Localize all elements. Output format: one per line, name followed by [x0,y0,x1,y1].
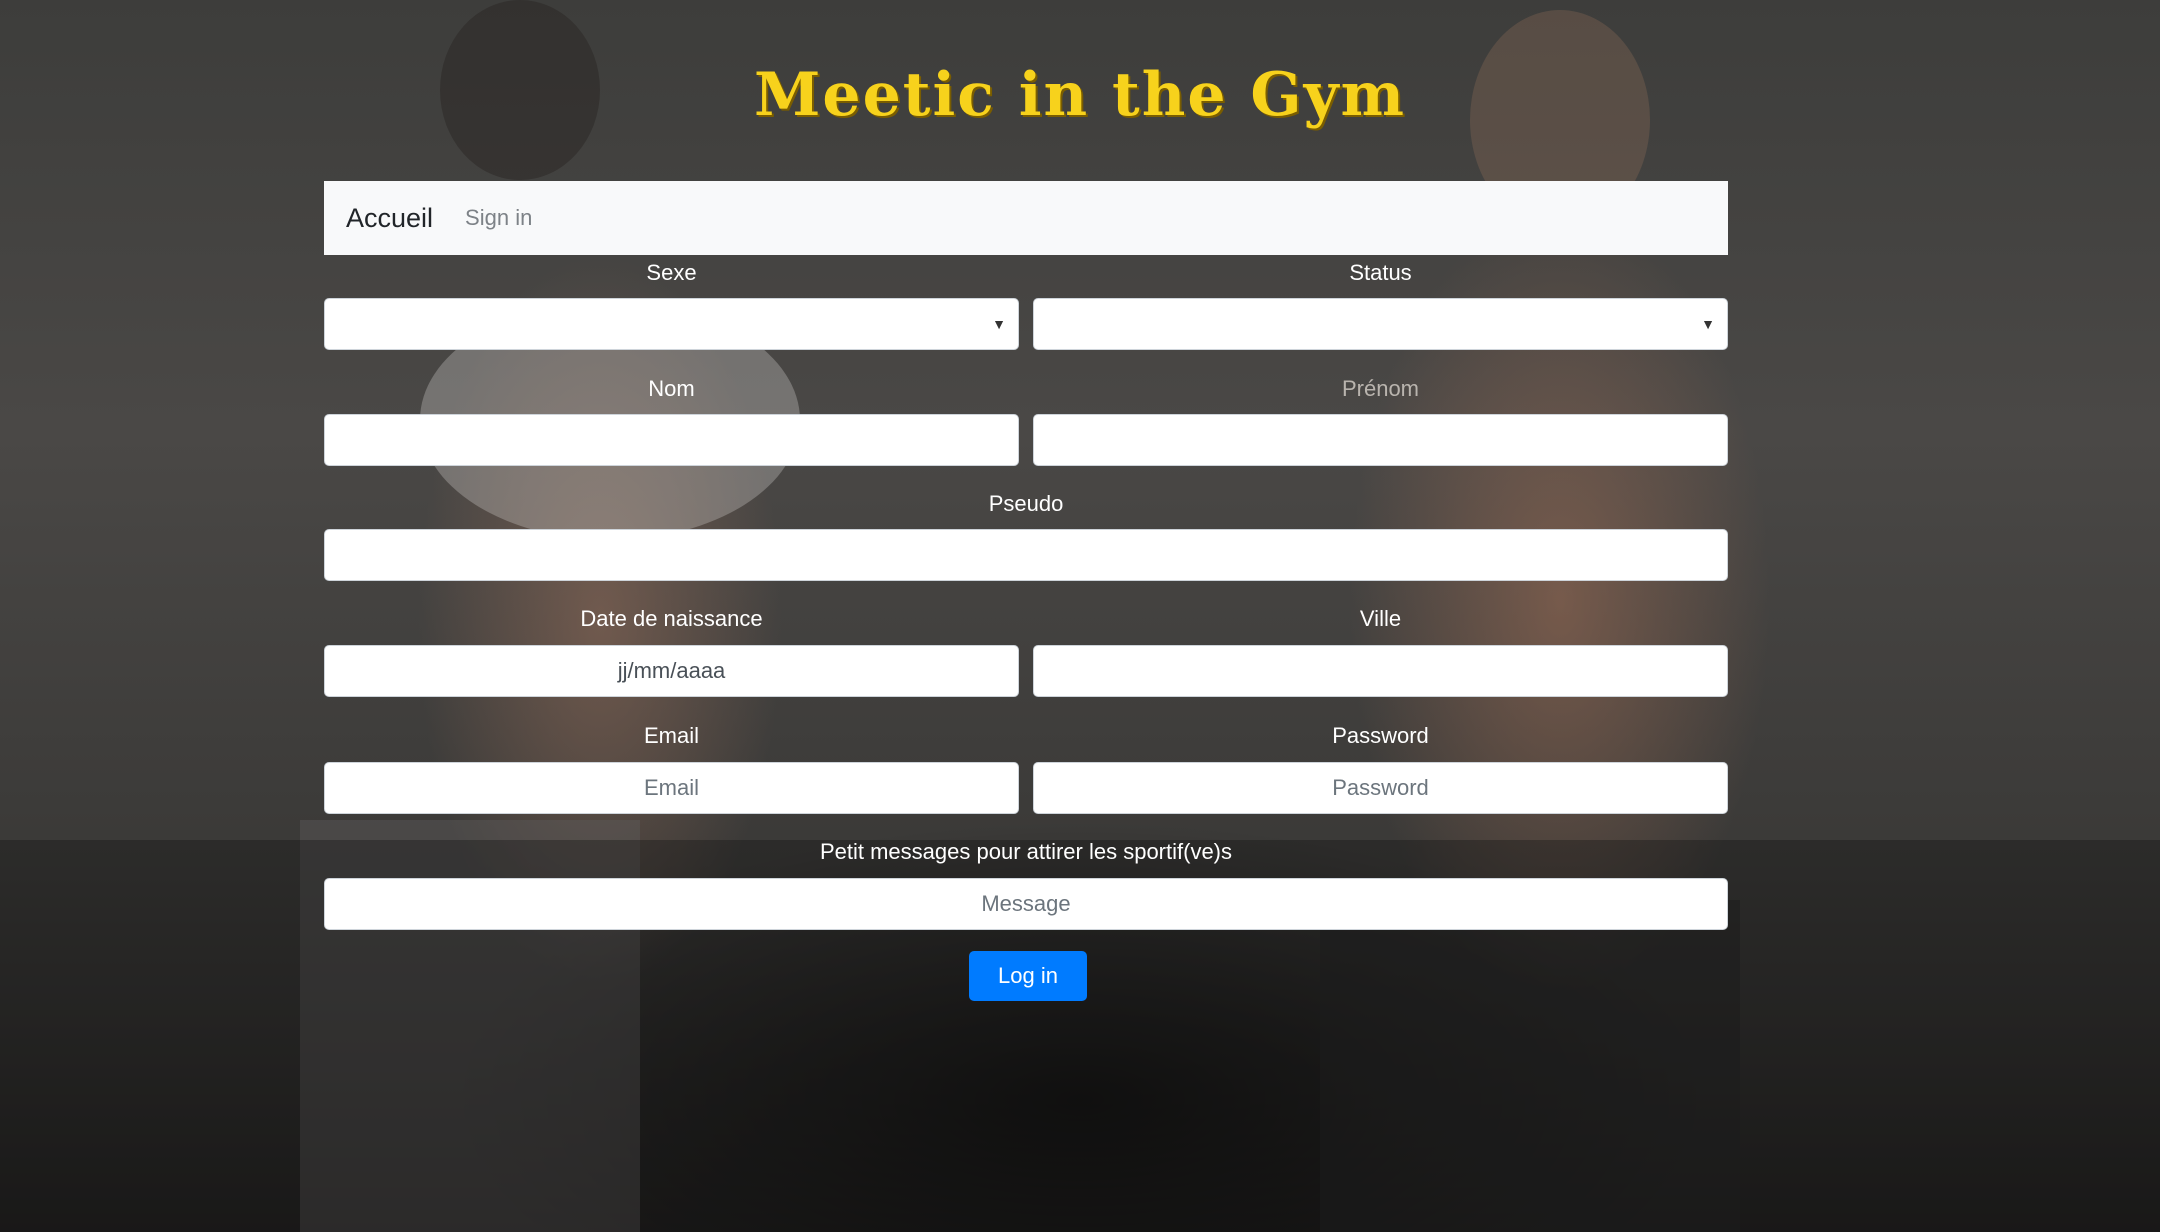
status-label: Status [1349,260,1412,285]
nav-home-link[interactable]: Accueil [346,203,433,234]
status-select[interactable]: ▼ [1033,298,1728,350]
message-label: Petit messages pour attirer les sportif(… [819,839,1233,864]
email-input[interactable]: Email [324,762,1019,814]
caret-down-icon: ▼ [992,316,1006,332]
password-input[interactable]: Password [1033,762,1728,814]
prenom-label: Prénom [1341,376,1420,401]
login-button[interactable]: Log in [969,951,1087,1001]
pseudo-input[interactable] [324,529,1728,581]
message-placeholder: Message [981,891,1071,916]
password-placeholder: Password [1332,775,1429,800]
ville-input[interactable] [1033,645,1728,697]
message-input[interactable]: Message [324,878,1728,930]
sexe-label: Sexe [646,260,697,285]
sexe-select[interactable]: ▼ [324,298,1019,350]
pseudo-label: Pseudo [988,491,1064,516]
date-input[interactable]: jj/mm/aaaa [324,645,1019,697]
email-placeholder: Email [643,775,699,800]
navbar: Accueil Sign in [324,181,1728,255]
nav-signin-link[interactable]: Sign in [465,205,532,231]
date-label: Date de naissance [580,606,763,631]
prenom-input[interactable] [1033,414,1728,466]
page-title: Meetic in the Gym [754,60,1406,130]
nom-label: Nom [648,376,695,401]
ville-label: Ville [1359,606,1402,631]
nom-input[interactable] [324,414,1019,466]
caret-down-icon: ▼ [1701,316,1715,332]
password-label: Password [1332,723,1429,748]
email-label: Email [643,723,699,748]
date-placeholder: jj/mm/aaaa [617,658,726,683]
